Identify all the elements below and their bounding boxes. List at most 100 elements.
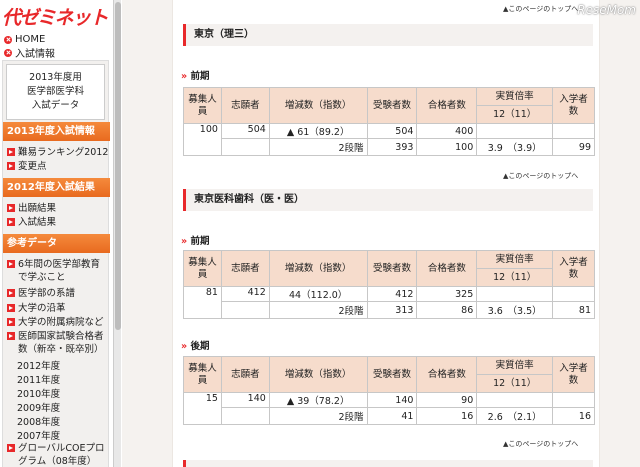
nav-year-2010[interactable]: 2010年度 — [17, 386, 60, 400]
university-title: 東京医科歯科（医・医） — [183, 189, 593, 211]
table-cell — [476, 286, 554, 302]
table-cell: 3.9 （3.9） — [476, 138, 554, 156]
exam-info-bullet-icon — [4, 48, 12, 57]
table-cell: 2段階 — [268, 301, 368, 319]
table-cell: ▲ 61（89.2） — [268, 123, 368, 139]
sidebar: 代ゼミネット HOME 入試情報 2013年度用 医学部医学科 入試データ 20… — [0, 0, 112, 467]
col-header: 志願者 — [220, 250, 270, 287]
arrow-bullet-icon — [7, 289, 15, 297]
col-header: 受験者数 — [366, 250, 418, 287]
arrow-bullet-icon — [7, 304, 15, 312]
arrow-bullet-icon — [7, 204, 15, 212]
university-title: 東京（理三） — [183, 24, 593, 46]
nav-item-changes[interactable]: 変更点 — [7, 160, 47, 173]
table-cell: 44（112.0） — [268, 286, 368, 302]
site-logo[interactable]: 代ゼミネット — [2, 3, 109, 30]
results-table: 募集人員 志願者 増減数（指数） 受験者数 合格者数 実質倍率 入学者数 12（… — [183, 87, 595, 156]
arrow-bullet-icon — [7, 162, 15, 170]
table-cell: 16 — [552, 407, 595, 425]
results-table: 募集人員 志願者 増減数（指数） 受験者数 合格者数 実質倍率 入学者数 12（… — [183, 250, 595, 319]
table-cell: 2.6 （2.1） — [476, 407, 554, 425]
col-header: 合格者数 — [416, 87, 478, 124]
nav-item-global-coe[interactable]: グローバルCOEプログラム（08年度） — [7, 442, 109, 467]
col-header: 増減数（指数） — [268, 250, 368, 287]
table-cell: 90 — [416, 392, 478, 408]
col-header: 入学者数 — [552, 356, 595, 393]
table-cell: 81 — [183, 286, 222, 319]
col-header: 受験者数 — [366, 356, 418, 393]
nav-year-2011[interactable]: 2011年度 — [17, 372, 60, 386]
col-header: 実質倍率 — [476, 250, 554, 269]
table-cell: 2段階 — [268, 138, 368, 156]
table-cell: 140 — [366, 392, 418, 408]
col-header: 実質倍率 — [476, 356, 554, 375]
double-chevron-icon: » — [181, 236, 187, 247]
home-link[interactable]: HOME — [4, 34, 45, 45]
table-cell: 393 — [366, 138, 418, 156]
table-cell — [476, 392, 554, 408]
nav-item-six-year-education[interactable]: 6年間の医学部教育で学ぶこと — [7, 258, 107, 284]
col-header: 増減数（指数） — [268, 87, 368, 124]
col-header: 入学者数 — [552, 250, 595, 287]
section-header-2012-results: 2012年度入試結果 — [3, 178, 110, 197]
nav-item-exam-results[interactable]: 入試結果 — [7, 216, 56, 229]
table-cell: 86 — [416, 301, 478, 319]
col-header: 合格者数 — [416, 250, 478, 287]
results-table: 募集人員 志願者 増減数（指数） 受験者数 合格者数 実質倍率 入学者数 12（… — [183, 356, 595, 425]
col-subheader: 12（11） — [476, 105, 554, 124]
year-title-box: 2013年度用 医学部医学科 入試データ — [6, 64, 105, 120]
exam-info-link[interactable]: 入試情報 — [4, 45, 55, 60]
col-subheader: 12（11） — [476, 374, 554, 393]
table-cell: 3.6 （3.5） — [476, 301, 554, 319]
nav-item-hospitals[interactable]: 大学の附属病院など — [7, 316, 104, 329]
table-cell: 41 — [366, 407, 418, 425]
nav-year-2012[interactable]: 2012年度 — [17, 358, 60, 372]
col-header: 志願者 — [220, 87, 270, 124]
table-cell: 99 — [552, 138, 595, 156]
table-cell: 100 — [183, 123, 222, 156]
period-label: » 前期 — [181, 236, 210, 247]
table-cell: 412 — [366, 286, 418, 302]
table-cell — [552, 392, 595, 408]
col-header: 受験者数 — [366, 87, 418, 124]
section-header-2013-info: 2013年度入試情報 — [3, 122, 110, 141]
col-header: 合格者数 — [416, 356, 478, 393]
table-cell: 100 — [416, 138, 478, 156]
table-cell — [220, 301, 270, 319]
arrow-bullet-icon — [7, 260, 15, 268]
col-header: 募集人員 — [183, 250, 222, 287]
table-cell: 15 — [183, 392, 222, 425]
nav-item-history[interactable]: 大学の沿革 — [7, 302, 66, 315]
nav-item-lineage[interactable]: 医学部の系譜 — [7, 287, 75, 300]
table-cell: 81 — [552, 301, 595, 319]
col-header: 志願者 — [220, 356, 270, 393]
sidebar-scrollbar[interactable] — [113, 0, 121, 467]
table-cell: 325 — [416, 286, 478, 302]
year-title-line-3: 入試データ — [31, 100, 80, 111]
table-cell — [220, 407, 270, 425]
sidebar-nav: 2013年度用 医学部医学科 入試データ 2013年度入試情報 難易ランキング2… — [2, 60, 110, 467]
nav-item-national-exam[interactable]: 医師国家試験合格者数（新卒・既卒別） — [7, 330, 109, 356]
nav-item-application-results[interactable]: 出願結果 — [7, 202, 56, 215]
arrow-bullet-icon — [7, 444, 15, 452]
nav-year-2008[interactable]: 2008年度 — [17, 414, 60, 428]
nav-year-2007[interactable]: 2007年度 — [17, 428, 60, 442]
table-cell: 313 — [366, 301, 418, 319]
table-cell: 412 — [220, 286, 270, 302]
table-cell: 2段階 — [268, 407, 368, 425]
page-top-link[interactable]: ▲このページのトップへ — [503, 4, 578, 14]
col-header: 入学者数 — [552, 87, 595, 124]
scrollbar-thumb[interactable] — [115, 2, 121, 330]
year-title-line-2: 医学部医学科 — [26, 86, 84, 97]
nav-item-difficulty-ranking[interactable]: 難易ランキング2012 — [7, 146, 108, 159]
period-label: » 後期 — [181, 341, 210, 352]
col-subheader: 12（11） — [476, 268, 554, 287]
col-header: 募集人員 — [183, 356, 222, 393]
page-top-link[interactable]: ▲このページのトップへ — [503, 439, 578, 449]
page-top-link[interactable]: ▲このページのトップへ — [503, 171, 578, 181]
nav-year-2009[interactable]: 2009年度 — [17, 400, 60, 414]
col-header: 実質倍率 — [476, 87, 554, 106]
table-cell — [220, 138, 270, 156]
table-cell — [476, 123, 554, 139]
double-chevron-icon: » — [181, 71, 187, 82]
